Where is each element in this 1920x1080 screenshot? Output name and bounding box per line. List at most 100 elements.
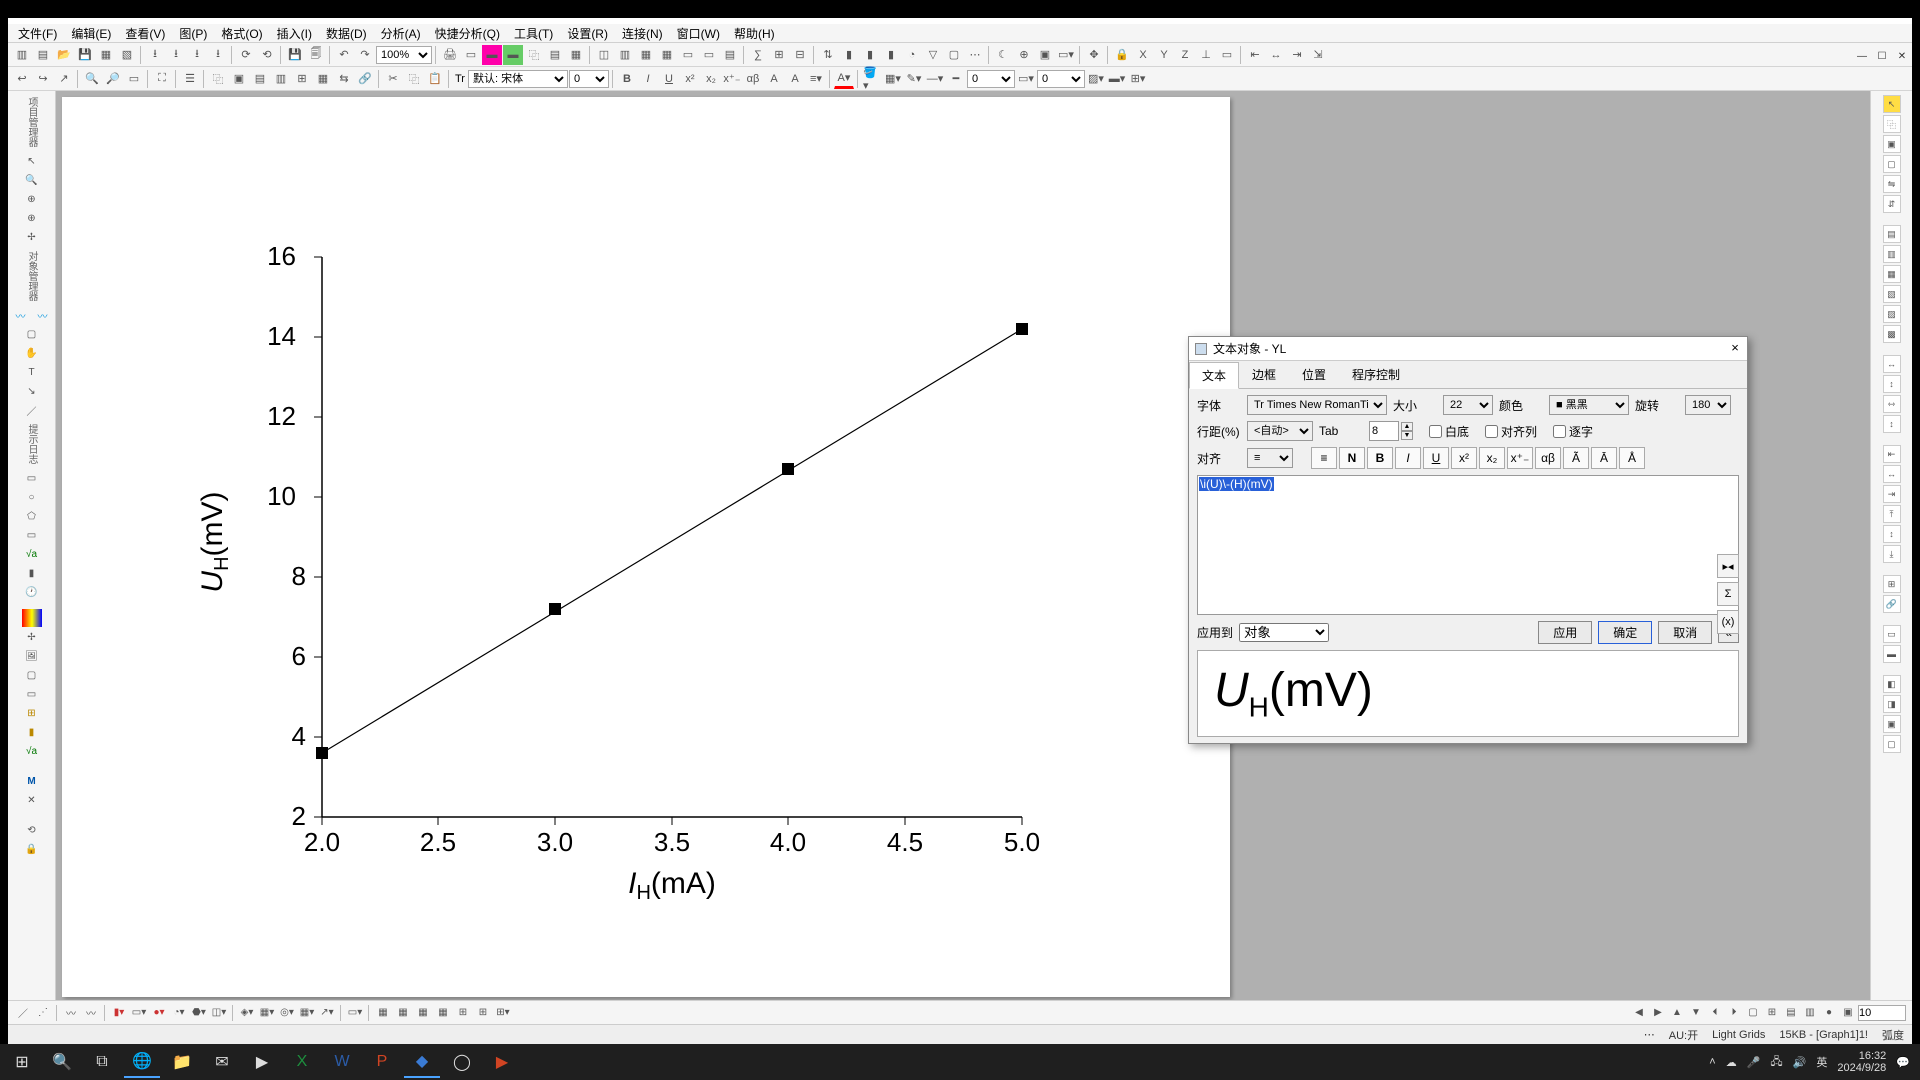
bt-nudge-l[interactable]: ◀ xyxy=(1630,1004,1648,1022)
lock-icon[interactable]: 🔒 xyxy=(1112,45,1132,65)
axis-icon[interactable]: ⊥ xyxy=(1196,45,1216,65)
align-right-icon[interactable]: ⇥ xyxy=(1287,45,1307,65)
fit-icon[interactable]: ▣ xyxy=(1035,45,1055,65)
media-app[interactable]: ▶ xyxy=(244,1046,280,1078)
menu-edit[interactable]: 编辑(E) xyxy=(65,24,117,43)
dock-icon[interactable]: ◫ xyxy=(594,45,614,65)
verbatim-checkbox[interactable] xyxy=(1553,425,1566,438)
size-select[interactable]: 22 xyxy=(1443,395,1493,415)
bt-bar-icon[interactable]: ▮▾ xyxy=(110,1004,128,1022)
menu-tools[interactable]: 工具(T) xyxy=(508,24,559,43)
tile-icon[interactable]: ▤ xyxy=(720,45,740,65)
date-tool-icon[interactable]: 🕐 xyxy=(22,583,42,601)
bt-square[interactable]: ▣ xyxy=(1839,1004,1857,1022)
bt-pie-icon[interactable]: ◔▾ xyxy=(170,1004,188,1022)
x-axis-label[interactable]: IH(mA) xyxy=(628,867,716,904)
fmt-sup[interactable]: x² xyxy=(1451,447,1477,469)
fmt-over[interactable]: Ā xyxy=(1591,447,1617,469)
theme-dd-icon[interactable]: ▭▾ xyxy=(1056,45,1076,65)
bt-unmask[interactable]: ▥ xyxy=(1801,1004,1819,1022)
tab-position[interactable]: 位置 xyxy=(1289,361,1339,388)
pointer-icon[interactable]: ↖ xyxy=(22,152,42,170)
align-center-icon[interactable]: ↔ xyxy=(1266,45,1286,65)
draw-data-icon[interactable]: 〰 xyxy=(11,306,31,324)
new-project-icon[interactable]: ▥ xyxy=(12,45,32,65)
more-icon[interactable]: ⋯ xyxy=(965,45,985,65)
r-same-w-icon[interactable]: ⇿ xyxy=(1883,395,1901,413)
bt-img-icon[interactable]: ▦▾ xyxy=(298,1004,316,1022)
greek-icon[interactable]: αβ xyxy=(743,69,763,89)
bold-icon[interactable]: B xyxy=(617,69,637,89)
full-icon[interactable]: ⛶ xyxy=(152,69,172,89)
lock-tool-icon[interactable]: 🔒 xyxy=(22,840,42,858)
recalculate-icon[interactable]: ⟲ xyxy=(257,45,277,65)
digitize-icon[interactable]: ⊞ xyxy=(22,704,42,722)
menu-settings[interactable]: 设置(R) xyxy=(561,24,614,43)
dialog-close-button[interactable]: × xyxy=(1727,341,1743,357)
copy-layer-icon[interactable]: ⿻ xyxy=(208,69,228,89)
open-icon[interactable]: 📂 xyxy=(54,45,74,65)
underline-icon[interactable]: U xyxy=(659,69,679,89)
tray-cloud-icon[interactable]: ☁ xyxy=(1726,1056,1737,1069)
r-dist-h-icon[interactable]: ↔ xyxy=(1883,355,1901,373)
copy-page-icon[interactable]: ▬ xyxy=(503,45,523,65)
r-link-icon[interactable]: 🔗 xyxy=(1883,595,1901,613)
r-extra2-icon[interactable]: ◨ xyxy=(1883,695,1901,713)
colorbar-icon[interactable]: ▮ xyxy=(22,723,42,741)
tray-vol-icon[interactable]: 🔊 xyxy=(1793,1056,1807,1069)
marker-icon[interactable]: ▭▾ xyxy=(1016,69,1036,89)
bt-mask[interactable]: ▤ xyxy=(1782,1004,1800,1022)
align-left-icon[interactable]: ⇤ xyxy=(1245,45,1265,65)
r-snap-icon[interactable]: ⊞ xyxy=(1883,575,1901,593)
new-matrix-icon[interactable]: ▦ xyxy=(657,45,677,65)
col-stats-icon[interactable]: ⊞ xyxy=(769,45,789,65)
merge-icon[interactable]: ▣ xyxy=(229,69,249,89)
duplicate-icon[interactable]: ⿻ xyxy=(524,45,544,65)
layer-arrange-icon[interactable]: ▦ xyxy=(313,69,333,89)
r-dist-v-icon[interactable]: ↕ xyxy=(1883,375,1901,393)
line-color-icon[interactable]: ✎▾ xyxy=(904,69,924,89)
font-combo[interactable]: 默认: 宋体 xyxy=(468,70,568,88)
zoom-combo[interactable]: 100% xyxy=(376,46,432,64)
line-style-icon[interactable]: —▾ xyxy=(925,69,945,89)
bt-dot[interactable]: ● xyxy=(1820,1004,1838,1022)
fontsize-combo[interactable]: 0 xyxy=(569,70,609,88)
pan-icon[interactable]: ✥ xyxy=(1084,45,1104,65)
r-group-icon[interactable]: ⿻ xyxy=(1883,115,1901,133)
dark-mode-icon[interactable]: ☾ xyxy=(993,45,1013,65)
fill-icon[interactable]: 🪣▾ xyxy=(862,69,882,89)
forward-icon[interactable]: ↪ xyxy=(33,69,53,89)
new-folder-icon[interactable]: ▤ xyxy=(33,45,53,65)
ppt-show-app[interactable]: ▶ xyxy=(484,1046,520,1078)
undo-icon[interactable]: ↶ xyxy=(334,45,354,65)
linewidth-combo[interactable]: 0 xyxy=(967,70,1015,88)
xy-reader-icon[interactable]: ✢ xyxy=(22,228,42,246)
fmt-accent[interactable]: Ã xyxy=(1563,447,1589,469)
text-align-icon[interactable]: ≡▾ xyxy=(806,69,826,89)
bt-nudge-r[interactable]: ▶ xyxy=(1649,1004,1667,1022)
r-same-h-icon[interactable]: ↕ xyxy=(1883,415,1901,433)
menu-data[interactable]: 数据(D) xyxy=(320,24,373,43)
column-chart-icon[interactable]: ▮ xyxy=(860,45,880,65)
r-flip-h-icon[interactable]: ⇋ xyxy=(1883,175,1901,193)
pie-chart-icon[interactable]: ◔ xyxy=(902,45,922,65)
bt-m6-icon[interactable]: ⊞ xyxy=(474,1004,492,1022)
hatch2-icon[interactable]: ▬▾ xyxy=(1107,69,1127,89)
r-hide-icon[interactable]: ▬ xyxy=(1883,645,1901,663)
cascade-icon[interactable]: ▥ xyxy=(615,45,635,65)
image-tool-icon[interactable]: 🖼 xyxy=(22,647,42,665)
layer-link-icon[interactable]: 🔗 xyxy=(355,69,375,89)
color-scale-icon[interactable]: ▮ xyxy=(22,564,42,582)
bt-area-icon[interactable]: ⬣▾ xyxy=(190,1004,208,1022)
powerpoint-app[interactable]: P xyxy=(364,1046,400,1078)
hatch-icon[interactable]: ▨▾ xyxy=(1086,69,1106,89)
fmt-special[interactable]: Å xyxy=(1619,447,1645,469)
r-back-icon[interactable]: ▢ xyxy=(1883,155,1901,173)
mail-app[interactable]: ✉ xyxy=(204,1046,240,1078)
r-align-m-icon[interactable]: ↕ xyxy=(1883,525,1901,543)
fmt-normal[interactable]: ≡ xyxy=(1311,447,1337,469)
bt-col-icon[interactable]: ▭▾ xyxy=(130,1004,148,1022)
r-align-r-icon[interactable]: ⇥ xyxy=(1883,485,1901,503)
bt-box-icon[interactable]: ◫▾ xyxy=(210,1004,228,1022)
tray-chevron[interactable]: ˄ xyxy=(1709,1056,1715,1068)
